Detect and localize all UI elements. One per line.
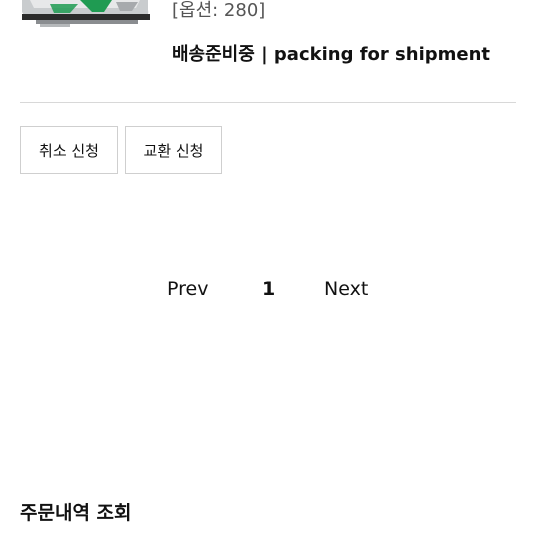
pagination-prev[interactable]: Prev	[167, 278, 208, 300]
shipping-status: 배송준비중 | packing for shipment	[172, 44, 491, 65]
product-option: [옵션: 280]	[172, 0, 266, 21]
divider	[20, 102, 516, 103]
sneaker-image	[22, 0, 150, 27]
exchange-request-button[interactable]: 교환 신청	[125, 126, 222, 174]
cancel-request-button[interactable]: 취소 신청	[20, 126, 118, 174]
order-history-title: 주문내역 조회	[20, 502, 132, 524]
pagination-current-page[interactable]: 1	[262, 278, 275, 300]
product-thumbnail[interactable]	[20, 0, 154, 32]
pagination-next[interactable]: Next	[324, 278, 368, 300]
